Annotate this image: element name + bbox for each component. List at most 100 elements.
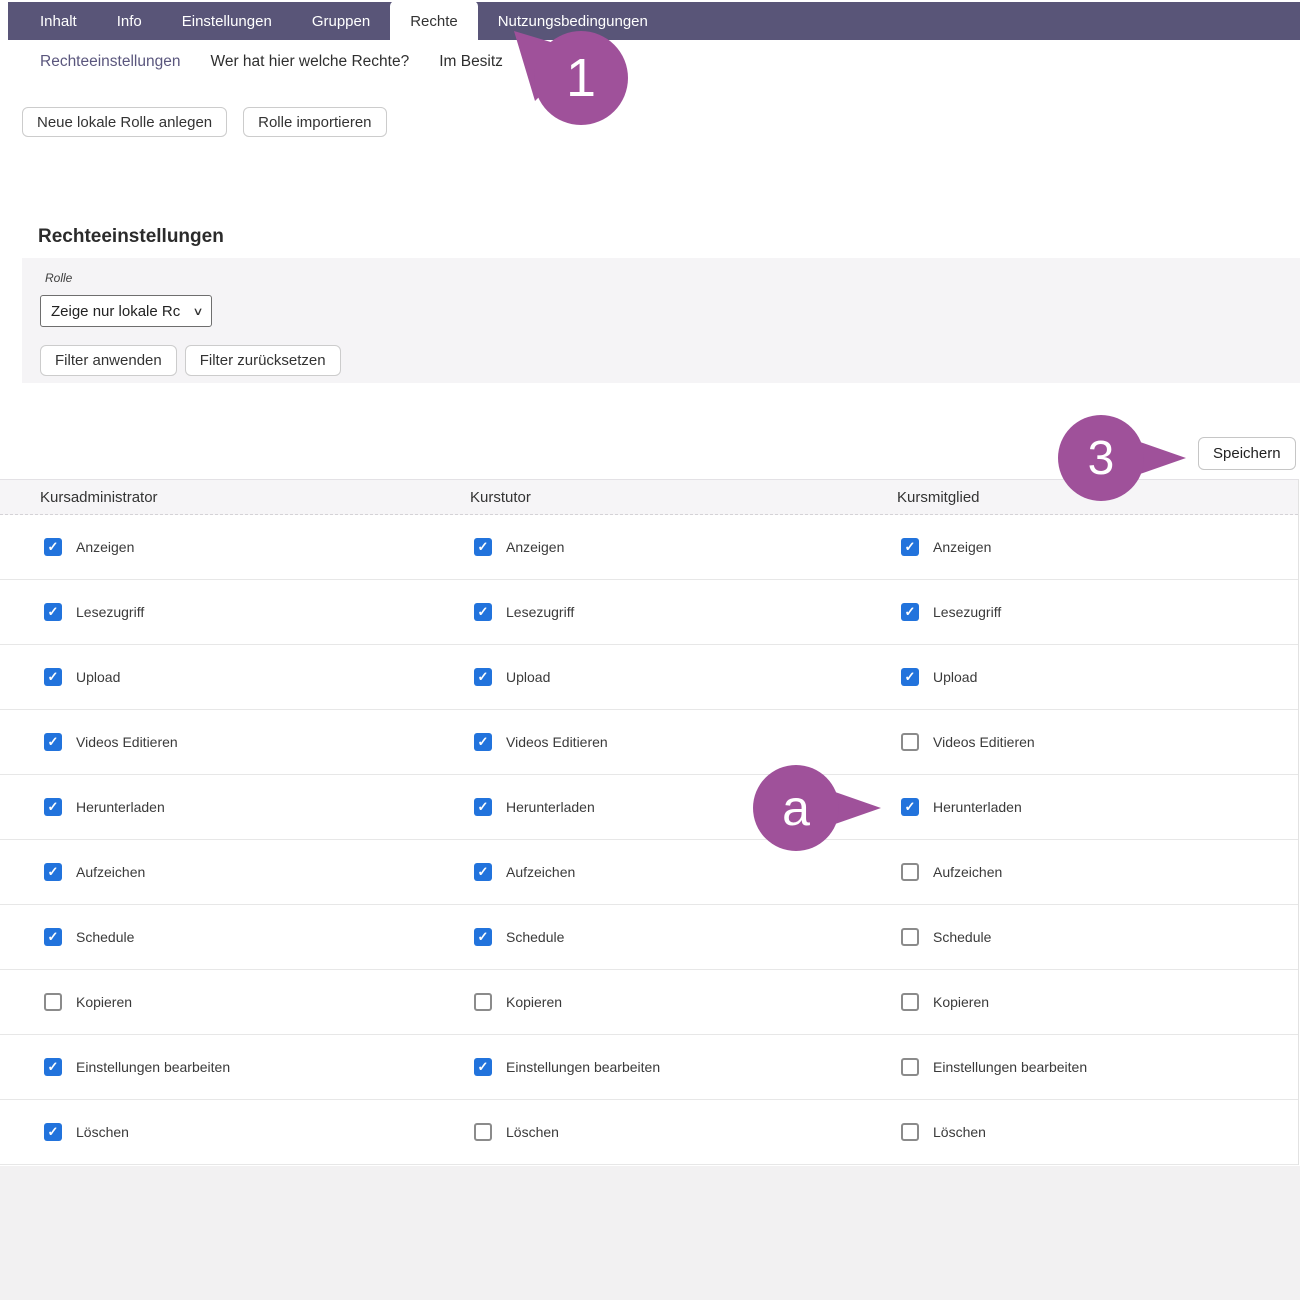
apply-filter-button[interactable]: Filter anwenden: [40, 345, 177, 376]
checkbox-aufzeichen-kursmitglied[interactable]: [901, 863, 919, 881]
checkbox-upload-kursadministrator[interactable]: [44, 668, 62, 686]
checkbox-schedule-kursmitglied[interactable]: [901, 928, 919, 946]
permission-label: Upload: [76, 669, 120, 685]
tab-einstellungen[interactable]: Einstellungen: [162, 2, 292, 40]
checkbox-loeschen-kurstutor[interactable]: [474, 1123, 492, 1141]
checkbox-schedule-kursadministrator[interactable]: [44, 928, 62, 946]
checkbox-videos-editieren-kursmitglied[interactable]: [901, 733, 919, 751]
permissions-table-rows: Anzeigen Anzeigen Anzeigen Lesezugriff Lesez…: [0, 515, 1298, 1165]
checkbox-loeschen-kursmitglied[interactable]: [901, 1123, 919, 1141]
checkbox-lesezugriff-kursmitglied[interactable]: [901, 603, 919, 621]
permission-row-herunterladen: Herunterladen Herunterladen Herunterladen: [0, 775, 1298, 840]
checkbox-einstellungen-bearbeiten-kurstutor[interactable]: [474, 1058, 492, 1076]
permission-row-lesezugriff: LesezugriffLesezugriffLesezugriff: [0, 580, 1298, 645]
permission-label: Anzeigen: [76, 539, 134, 555]
checkbox-lesezugriff-kurstutor[interactable]: [474, 603, 492, 621]
permission-label: Lesezugriff: [76, 604, 144, 620]
reset-filter-button[interactable]: Filter zurücksetzen: [185, 345, 341, 376]
permission-label: Herunterladen: [76, 799, 165, 815]
permission-cell: Schedule: [44, 905, 134, 969]
page-title: Rechteeinstellungen: [38, 226, 224, 248]
permission-label: Anzeigen: [506, 539, 564, 555]
checkbox-upload-kurstutor[interactable]: [474, 668, 492, 686]
checkbox-schedule-kurstutor[interactable]: [474, 928, 492, 946]
checkbox-aufzeichen-kurstutor[interactable]: [474, 863, 492, 881]
permission-label: Aufzeichen: [506, 864, 575, 880]
checkbox-anzeigen-kursadministrator[interactable]: [44, 538, 62, 556]
checkbox-upload-kursmitglied[interactable]: [901, 668, 919, 686]
permission-cell: Lesezugriff: [474, 580, 574, 644]
footer-area: [0, 1166, 1300, 1300]
column-header-kursmitglied: Kursmitglied: [897, 480, 980, 515]
checkbox-lesezugriff-kursadministrator[interactable]: [44, 603, 62, 621]
checkbox-videos-editieren-kursadministrator[interactable]: [44, 733, 62, 751]
permission-row-anzeigen: Anzeigen Anzeigen Anzeigen: [0, 515, 1298, 580]
save-button[interactable]: Speichern: [1198, 437, 1296, 470]
permission-label: Löschen: [506, 1124, 559, 1140]
new-local-role-button[interactable]: Neue lokale Rolle anlegen: [22, 107, 227, 137]
permission-label: Aufzeichen: [933, 864, 1002, 880]
tab-gruppen[interactable]: Gruppen: [292, 2, 390, 40]
checkbox-videos-editieren-kurstutor[interactable]: [474, 733, 492, 751]
filter-buttons: Filter anwenden Filter zurücksetzen: [40, 345, 341, 376]
checkbox-anzeigen-kurstutor[interactable]: [474, 538, 492, 556]
permission-label: Upload: [933, 669, 977, 685]
annotation-label: 3: [1058, 415, 1144, 501]
permission-row-loeschen: LöschenLöschenLöschen: [0, 1100, 1298, 1165]
permission-cell: Upload: [44, 645, 120, 709]
tab-rechte[interactable]: Rechte: [390, 1, 478, 41]
permission-cell: Kopieren: [44, 970, 132, 1034]
checkbox-loeschen-kursadministrator[interactable]: [44, 1123, 62, 1141]
permission-cell: Anzeigen: [44, 515, 134, 579]
tab-inhalt[interactable]: Inhalt: [20, 2, 97, 40]
subnav-item-wer-hat-hier-welche-rechte[interactable]: Wer hat hier welche Rechte?: [210, 50, 409, 74]
column-header-kursadministrator: Kursadministrator: [40, 480, 158, 515]
permission-cell: Schedule: [474, 905, 564, 969]
annotation-label: a: [753, 765, 839, 851]
permission-cell: Upload: [901, 645, 977, 709]
permission-cell: Schedule: [901, 905, 991, 969]
checkbox-herunterladen-kursadministrator[interactable]: [44, 798, 62, 816]
checkbox-kopieren-kursadministrator[interactable]: [44, 993, 62, 1011]
permission-cell: Aufzeichen: [901, 840, 1002, 904]
checkbox-herunterladen-kursmitglied[interactable]: [901, 798, 919, 816]
permission-label: Herunterladen: [506, 799, 595, 815]
permission-row-einstellungen-bearbeiten: Einstellungen bearbeiten Einstellungen be…: [0, 1035, 1298, 1100]
permission-cell: Anzeigen: [901, 515, 991, 579]
column-header-kurstutor: Kurstutor: [470, 480, 531, 515]
permission-label: Upload: [506, 669, 550, 685]
permission-label: Einstellungen bearbeiten: [506, 1059, 660, 1075]
import-role-button[interactable]: Rolle importieren: [243, 107, 386, 137]
permission-label: Herunterladen: [933, 799, 1022, 815]
permission-row-videos-editieren: Videos EditierenVideos EditierenVideos E…: [0, 710, 1298, 775]
checkbox-aufzeichen-kursadministrator[interactable]: [44, 863, 62, 881]
permission-label: Schedule: [506, 929, 564, 945]
subnav-item-rechteeinstellungen[interactable]: Rechteeinstellungen: [40, 50, 180, 74]
checkbox-anzeigen-kursmitglied[interactable]: [901, 538, 919, 556]
permission-cell: Aufzeichen: [44, 840, 145, 904]
checkbox-herunterladen-kurstutor[interactable]: [474, 798, 492, 816]
subnav-item-im-besitz[interactable]: Im Besitz: [439, 50, 503, 74]
permission-cell: Anzeigen: [474, 515, 564, 579]
annotation-balloon-1: 1: [534, 31, 628, 125]
permission-label: Kopieren: [506, 994, 562, 1010]
permission-cell: Herunterladen: [44, 775, 165, 839]
permission-label: Einstellungen bearbeiten: [933, 1059, 1087, 1075]
permission-label: Kopieren: [933, 994, 989, 1010]
annotation-label: 1: [534, 31, 628, 125]
checkbox-einstellungen-bearbeiten-kursmitglied[interactable]: [901, 1058, 919, 1076]
permission-label: Videos Editieren: [506, 734, 608, 750]
permission-cell: Lesezugriff: [44, 580, 144, 644]
permission-label: Schedule: [76, 929, 134, 945]
permission-row-schedule: Schedule Schedule Schedule: [0, 905, 1298, 970]
checkbox-kopieren-kurstutor[interactable]: [474, 993, 492, 1011]
role-select[interactable]: Zeige nur lokale Rc ∨: [40, 295, 212, 327]
permission-row-aufzeichen: Aufzeichen Aufzeichen Aufzeichen: [0, 840, 1298, 905]
permission-cell: Videos Editieren: [44, 710, 178, 774]
chevron-down-icon: ∨: [192, 305, 203, 318]
tab-info[interactable]: Info: [97, 2, 162, 40]
checkbox-einstellungen-bearbeiten-kursadministrator[interactable]: [44, 1058, 62, 1076]
permission-label: Aufzeichen: [76, 864, 145, 880]
permission-row-kopieren: Kopieren Kopieren Kopieren: [0, 970, 1298, 1035]
checkbox-kopieren-kursmitglied[interactable]: [901, 993, 919, 1011]
